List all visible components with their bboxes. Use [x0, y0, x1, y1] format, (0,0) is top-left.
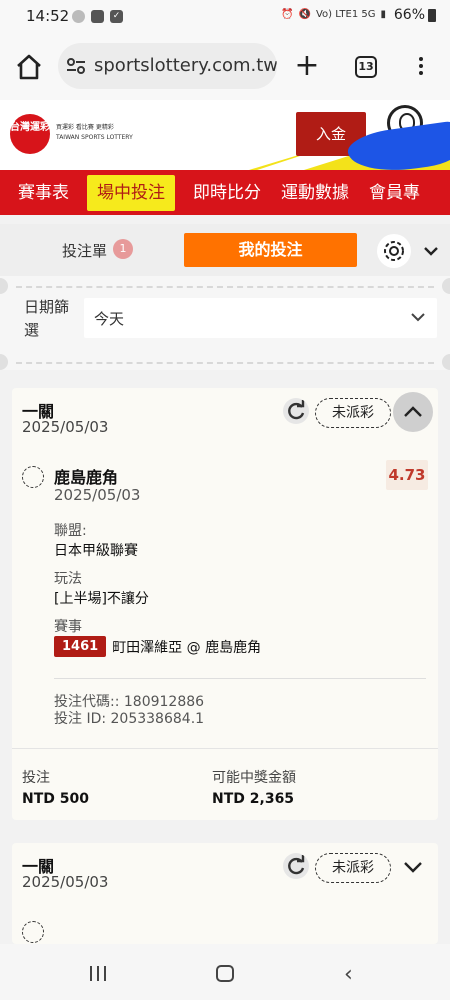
new-tab-button[interactable]: +	[294, 51, 320, 82]
selection-team: 鹿島鹿角	[54, 468, 119, 487]
stake-label: 投注	[22, 770, 50, 786]
date-filter-select[interactable]: 今天	[84, 298, 437, 338]
mute-icon: 🔇	[298, 9, 311, 20]
chevron-down-icon	[411, 313, 425, 322]
status-time: 14:52	[26, 7, 70, 25]
status-badge: 未派彩	[315, 398, 391, 428]
bet-slip-bar: 投注單 1 我的投注	[0, 224, 450, 276]
bet-slip-tab[interactable]: 投注單	[62, 240, 107, 261]
refresh-icon[interactable]	[283, 398, 309, 424]
payout-label: 可能中獎金額	[212, 770, 296, 786]
chevron-down-icon[interactable]	[420, 240, 442, 262]
event-label: 賽事	[54, 619, 82, 635]
league-value: 日本甲級聯賽	[54, 543, 138, 559]
selection-radio[interactable]	[22, 921, 44, 943]
date-filter-section: 日期篩選 今天	[0, 276, 450, 370]
event-id-badge: 1461	[54, 636, 107, 657]
refresh-icon[interactable]	[283, 853, 309, 879]
back-button[interactable]: ‹	[344, 962, 353, 987]
chevron-down-icon[interactable]	[393, 847, 433, 887]
alarm-icon: ⏰	[281, 9, 294, 20]
bet-codes: 投注代碼:: 180912886 投注 ID: 205338684.1	[54, 694, 204, 728]
bet-card: 一關 2025/05/03 未派彩 鹿島鹿角 2025/05/03 4.73 聯…	[12, 388, 438, 820]
system-nav-bar: ‹	[0, 944, 450, 1000]
play-value: [上半場]不讓分	[54, 591, 149, 607]
bet-id: 投注 ID: 205338684.1	[54, 711, 205, 727]
selection-radio[interactable]	[22, 466, 44, 488]
site-header: 台灣運彩 買運彩 看比賽 更精彩 TAIWAN SPORTS LOTTERY 入…	[0, 100, 450, 170]
odds-badge: 4.73	[386, 460, 428, 490]
bet-slip-count-badge: 1	[113, 239, 133, 259]
site-logo[interactable]: 台灣運彩	[10, 114, 50, 154]
nav-item-live-scores[interactable]: 即時比分	[183, 175, 271, 211]
main-nav: 賽事表 場中投注 即時比分 運動數據 會員專	[0, 170, 450, 215]
selection-date: 2025/05/03	[54, 486, 141, 504]
more-menu-icon[interactable]	[414, 54, 428, 80]
address-bar[interactable]: sportslottery.com.tw	[58, 43, 277, 89]
date-filter-value: 今天	[94, 310, 125, 328]
recent-apps-button[interactable]	[90, 966, 106, 981]
checkbox-notification-icon: ✓	[110, 10, 123, 23]
network-label: Vo) LTE1 5G	[315, 9, 376, 20]
payout-amount: NTD 2,365	[212, 791, 295, 807]
chevron-up-icon[interactable]	[393, 392, 433, 432]
site-settings-icon[interactable]	[66, 57, 86, 75]
league-label: 聯盟:	[54, 523, 87, 539]
dashed-divider	[16, 362, 434, 364]
bet-summary: 投注 NTD 500 可能中獎金額 NTD 2,365	[12, 748, 438, 820]
url-text: sportslottery.com.tw	[94, 55, 277, 76]
stake-amount: NTD 500	[22, 791, 89, 807]
nav-item-live-betting[interactable]: 場中投注	[87, 174, 175, 211]
gear-icon[interactable]	[377, 234, 411, 268]
my-bets-button[interactable]: 我的投注	[184, 233, 357, 267]
notification-dot-icon	[72, 10, 85, 23]
bet-code: 投注代碼:: 180912886	[54, 694, 205, 710]
tab-switcher-button[interactable]: 13	[355, 56, 377, 78]
status-badge: 未派彩	[315, 853, 391, 883]
bet-date: 2025/05/03	[22, 873, 109, 891]
gallery-notification-icon	[91, 10, 104, 23]
home-button[interactable]	[216, 965, 234, 982]
bet-date: 2025/05/03	[22, 418, 109, 436]
event-name: 町田澤維亞 @ 鹿島鹿角	[112, 639, 262, 656]
home-icon[interactable]	[14, 52, 44, 82]
nav-item-member[interactable]: 會員專	[359, 175, 430, 211]
dashed-divider	[16, 286, 434, 288]
battery-indicator: 66%	[394, 7, 436, 23]
event-row: 1461 町田澤維亞 @ 鹿島鹿角	[54, 636, 261, 657]
nav-item-sports-data[interactable]: 運動數據	[271, 175, 359, 211]
signal-icons: ⏰ 🔇 Vo) LTE1 5G ▮	[281, 9, 386, 20]
battery-icon	[428, 8, 436, 22]
nav-item-schedule[interactable]: 賽事表	[0, 175, 79, 211]
browser-toolbar: sportslottery.com.tw + 13	[0, 34, 450, 100]
bet-card: 一關 2025/05/03 未派彩	[12, 843, 438, 944]
signal-strength-icon: ▮	[380, 9, 386, 20]
date-filter-label: 日期篩選	[24, 298, 70, 339]
status-bar: 14:52 ✓ ⏰ 🔇 Vo) LTE1 5G ▮ 66%	[0, 0, 450, 34]
play-label: 玩法	[54, 571, 82, 587]
divider	[54, 678, 426, 679]
logo-tagline: 買運彩 看比賽 更精彩 TAIWAN SPORTS LOTTERY	[56, 124, 133, 141]
